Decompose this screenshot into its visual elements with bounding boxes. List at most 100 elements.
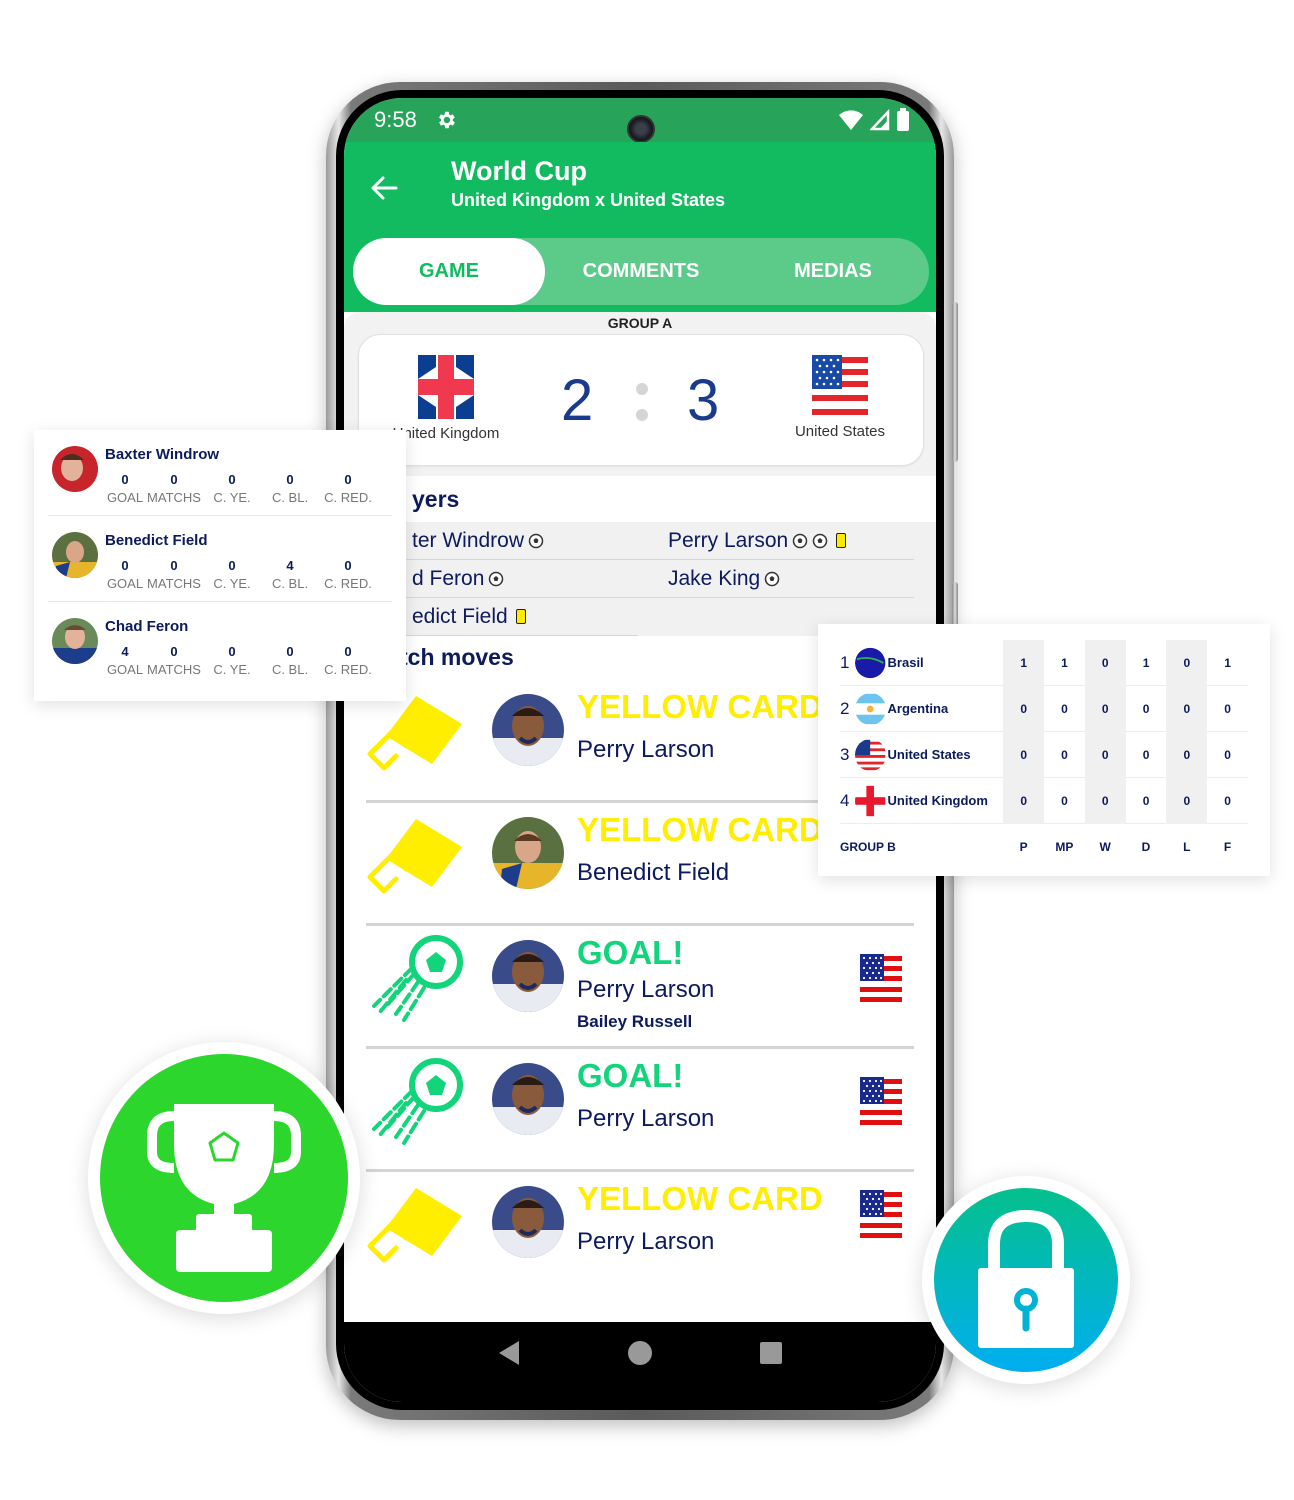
stat-mp: 0 xyxy=(1061,701,1068,716)
match-move-item[interactable]: GOAL! Perry Larson Bailey Russell xyxy=(366,926,914,1049)
player-stats-row[interactable]: Chad Feron 4 GOAL 0 MATCHS 0 C. YE. 0 C. BL.… xyxy=(48,602,392,688)
away-team-name: United States xyxy=(794,423,886,440)
stat-d: 1 xyxy=(1142,655,1150,670)
standings-row[interactable]: 2 Argentina 0 0 0 0 0 0 xyxy=(840,685,1248,732)
uk-flag-icon xyxy=(855,785,886,816)
standings-header: GROUP B P MP W D L F xyxy=(840,824,1248,870)
lock-icon xyxy=(978,1209,1074,1348)
player-avatar xyxy=(52,446,98,492)
player-avatar xyxy=(52,618,98,664)
team-rank: 1 xyxy=(840,652,850,672)
volume-button xyxy=(952,302,958,462)
stat-goal: 4 GOAL xyxy=(106,644,144,677)
stat-l: 0 xyxy=(1166,731,1208,778)
away-team[interactable]: United States xyxy=(765,355,915,440)
nav-back-icon[interactable] xyxy=(497,1340,521,1366)
front-camera xyxy=(627,115,655,143)
soccer-ball-goal-icon xyxy=(372,1058,463,1145)
group-label: GROUP A xyxy=(607,315,673,331)
player-stats-grid: 0 GOAL 0 MATCHS 0 C. YE. 0 C. BL. 0 C. RED. xyxy=(105,472,377,505)
team-rank: 2 xyxy=(840,698,850,718)
stat-d: 0 xyxy=(1142,793,1150,808)
tab-game[interactable]: GAME xyxy=(353,238,545,305)
move-type: GOAL! xyxy=(577,1057,684,1094)
team-name: Brasil xyxy=(887,655,924,670)
players-row: d Feron Jake King xyxy=(366,560,914,598)
lock-badge xyxy=(922,1176,1130,1384)
column-header: MP xyxy=(1055,840,1074,854)
yellow-card-hand-icon xyxy=(367,1188,462,1263)
nav-home-icon[interactable] xyxy=(627,1340,653,1366)
player-entry[interactable]: edict Field xyxy=(366,598,638,636)
move-type: YELLOW CARD xyxy=(577,1180,823,1217)
standings-row[interactable]: 1 Brasil 1 1 0 1 0 1 xyxy=(840,639,1248,686)
player-avatar xyxy=(52,532,98,578)
stat-yellow-cards: 0 C. YE. xyxy=(213,644,251,677)
player-name: Perry Larson xyxy=(668,528,789,552)
player-entry[interactable]: d Feron xyxy=(366,567,638,591)
soccer-ball-icon xyxy=(764,571,780,586)
battery-icon xyxy=(897,108,909,131)
score-separator-dot xyxy=(636,409,648,421)
player-name: ter Windrow xyxy=(412,528,525,552)
stat-p: 1 xyxy=(1003,639,1045,686)
move-player: Perry Larson xyxy=(577,976,715,1003)
us-flag-icon xyxy=(860,1077,902,1125)
team-name: Argentina xyxy=(887,701,949,716)
move-type: YELLOW CARD xyxy=(577,811,823,848)
standings-row[interactable]: 3 United States 0 0 0 0 0 0 xyxy=(840,731,1248,778)
player-name: edict Field xyxy=(412,604,508,628)
stat-d: 0 xyxy=(1142,747,1150,762)
move-type: YELLOW CARD xyxy=(577,688,823,725)
player-name: Chad Feron xyxy=(105,618,189,635)
arrow-left-icon[interactable] xyxy=(368,172,400,204)
wifi-icon xyxy=(839,110,863,130)
player-avatar xyxy=(492,694,564,766)
stat-matchs: 0 MATCHS xyxy=(147,558,201,591)
stat-f: 0 xyxy=(1224,747,1231,762)
stat-f: 0 xyxy=(1224,701,1231,716)
match-move-item[interactable]: YELLOW CARD Perry Larson xyxy=(366,1172,914,1295)
home-team-name: United Kingdom xyxy=(392,425,500,442)
player-stats-grid: 0 GOAL 0 MATCHS 0 C. YE. 4 C. BL. 0 C. RED. xyxy=(105,558,377,591)
soccer-ball-icon xyxy=(812,533,828,548)
player-stats-row[interactable]: Baxter Windrow 0 GOAL 0 MATCHS 0 C. YE. 0 C.… xyxy=(48,430,392,516)
player-name: Baxter Windrow xyxy=(105,446,220,463)
stat-yellow-cards: 0 C. YE. xyxy=(213,472,251,505)
players-list: ter Windrow Perry Larson d Feron Jake Ki… xyxy=(344,522,936,636)
match-move-item[interactable]: GOAL! Perry Larson xyxy=(366,1049,914,1172)
group-name: GROUP B xyxy=(840,840,896,854)
stat-mp: 0 xyxy=(1061,793,1068,808)
stat-p: 0 xyxy=(1003,685,1045,732)
team-name: United States xyxy=(887,747,971,762)
players-section: yers ter Windrow Perry Larson d Feron Ja… xyxy=(344,476,936,636)
trophy-badge xyxy=(88,1042,360,1314)
player-entry[interactable]: Perry Larson xyxy=(638,529,910,553)
player-name: Jake King xyxy=(668,566,761,590)
soccer-ball-icon xyxy=(528,533,544,548)
away-score: 3 xyxy=(687,368,720,433)
tab-medias[interactable]: MEDIAS xyxy=(737,238,929,305)
stat-l: 0 xyxy=(1166,639,1208,686)
player-entry[interactable]: Jake King xyxy=(638,567,910,591)
score-card: United Kingdom 2 3 United States xyxy=(358,334,924,466)
team-rank: 3 xyxy=(840,744,850,764)
stat-goal: 0 GOAL xyxy=(106,558,144,591)
stat-matchs: 0 MATCHS xyxy=(147,644,201,677)
move-player: Perry Larson xyxy=(577,736,715,763)
move-type: GOAL! xyxy=(577,934,684,971)
stat-blue-cards: 0 C. BL. xyxy=(271,644,309,677)
uk-flag-icon xyxy=(418,355,474,419)
nav-recents-icon[interactable] xyxy=(759,1341,783,1365)
home-team[interactable]: United Kingdom xyxy=(371,355,521,442)
player-avatar xyxy=(492,817,564,889)
stat-w: 0 xyxy=(1084,639,1126,686)
stat-p: 0 xyxy=(1003,777,1045,824)
player-stats-row[interactable]: Benedict Field 0 GOAL 0 MATCHS 0 C. YE. 4 C.… xyxy=(48,516,392,602)
standings-row[interactable]: 4 United Kingdom 0 0 0 0 0 0 xyxy=(840,777,1248,824)
move-player: Benedict Field xyxy=(577,859,730,886)
tab-comments[interactable]: COMMENTS xyxy=(545,238,737,305)
yellow-card-hand-icon xyxy=(367,819,462,894)
tab-bar: GAME COMMENTS MEDIAS xyxy=(353,238,929,305)
player-entry[interactable]: ter Windrow xyxy=(366,529,638,553)
